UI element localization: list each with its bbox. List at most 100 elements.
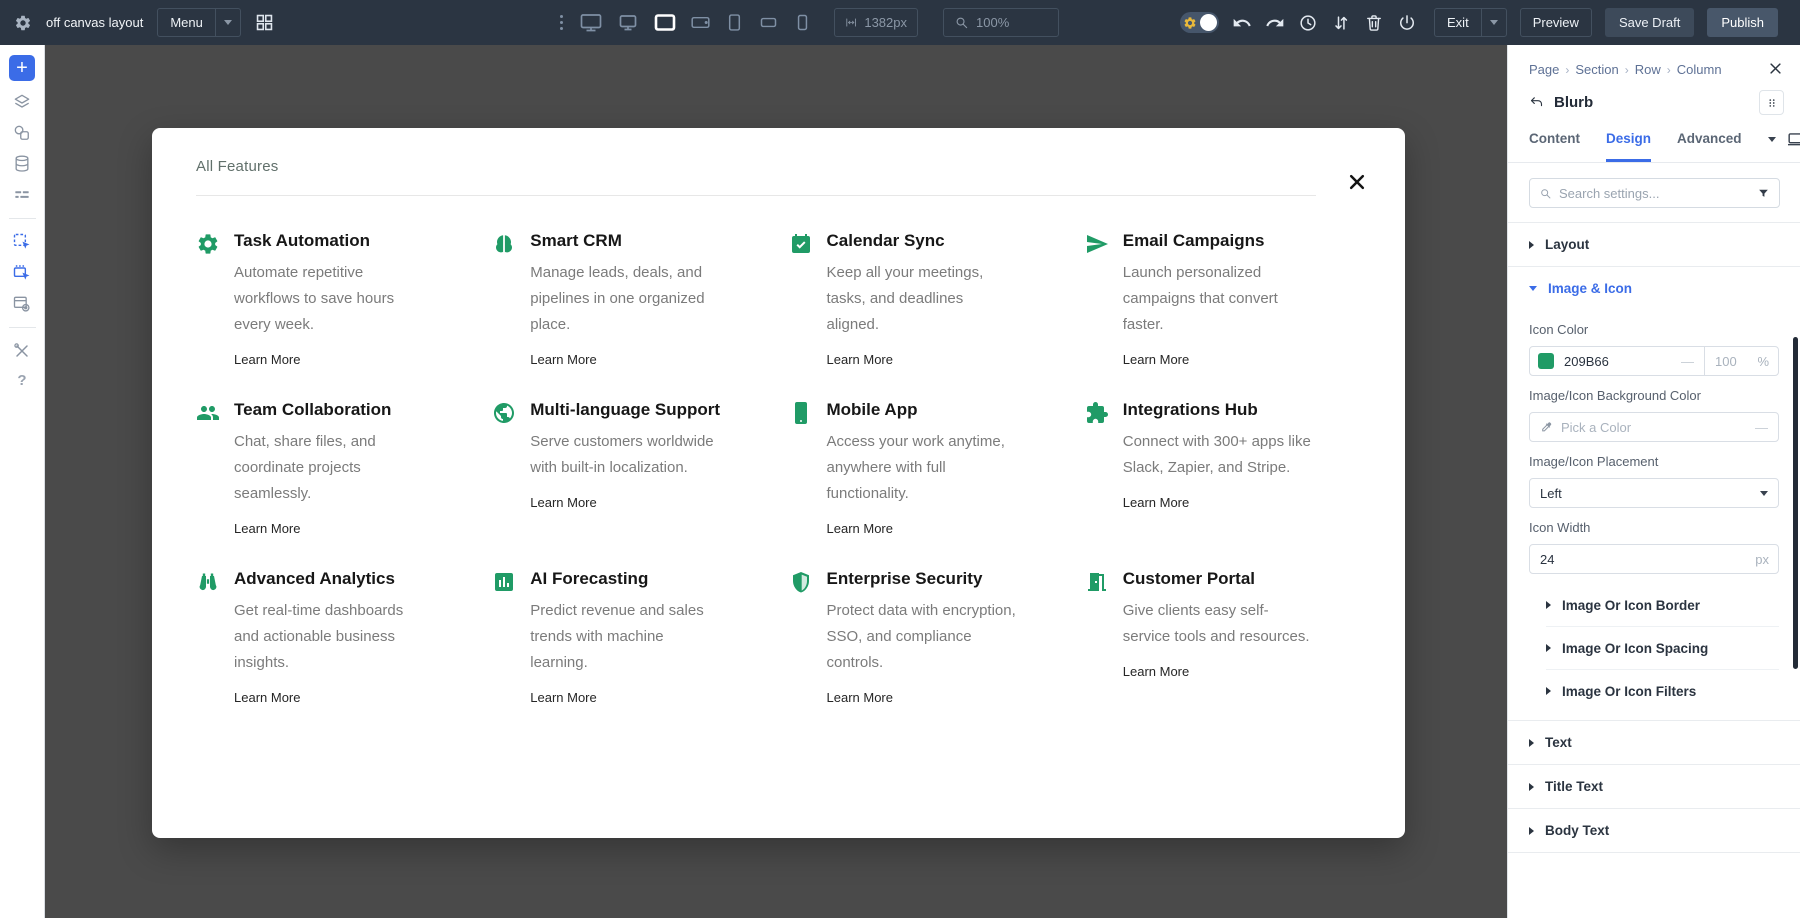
opacity-input[interactable]: 100 %	[1704, 347, 1778, 375]
responsive-device-icon[interactable]	[1786, 130, 1800, 149]
device-tablet-landscape-icon[interactable]	[690, 12, 711, 33]
learn-more-link[interactable]: Learn More	[234, 690, 300, 705]
drag-handle-icon[interactable]	[560, 15, 563, 30]
icon-color-input[interactable]: 209B66 — 100 %	[1529, 346, 1779, 376]
zoom-input[interactable]: 100%	[943, 8, 1059, 37]
zoom-value[interactable]: 100%	[976, 15, 1009, 30]
database-icon[interactable]	[12, 154, 32, 174]
learn-more-link[interactable]: Learn More	[1123, 664, 1189, 679]
bg-color-reset[interactable]: —	[1755, 420, 1768, 435]
filter-funnel-icon[interactable]	[1757, 187, 1770, 200]
viewport-width-value[interactable]: 1382px	[864, 15, 907, 30]
dock-settings-button[interactable]	[1759, 90, 1784, 115]
tab-advanced[interactable]: Advanced	[1677, 131, 1742, 162]
placement-select[interactable]: Left	[1529, 478, 1779, 508]
settings-search[interactable]	[1529, 178, 1780, 208]
device-tablet-portrait-icon[interactable]	[724, 12, 745, 33]
device-desktop-icon[interactable]	[616, 11, 640, 35]
bg-color-input[interactable]: Pick a Color —	[1529, 412, 1779, 442]
history-icon[interactable]	[1298, 13, 1318, 33]
learn-more-link[interactable]: Learn More	[234, 352, 300, 367]
learn-more-link[interactable]: Learn More	[827, 521, 893, 536]
eyedropper-icon[interactable]	[1539, 420, 1553, 434]
tab-content[interactable]: Content	[1529, 131, 1580, 162]
learn-more-link[interactable]: Learn More	[827, 690, 893, 705]
breadcrumb-row[interactable]: Row	[1635, 62, 1661, 77]
device-phone-landscape-icon[interactable]	[758, 12, 779, 33]
calendar-check-icon	[789, 232, 813, 256]
icon-color-value[interactable]: 209B66	[1564, 354, 1609, 369]
group-image-icon[interactable]: Image & Icon	[1508, 267, 1800, 310]
publish-button[interactable]: Publish	[1707, 8, 1778, 37]
learn-more-link[interactable]: Learn More	[530, 495, 596, 510]
learn-more-link[interactable]: Learn More	[530, 352, 596, 367]
group-body-text[interactable]: Body Text	[1508, 809, 1800, 852]
group-layout[interactable]: Layout	[1508, 223, 1800, 266]
add-module-button[interactable]: +	[9, 55, 35, 81]
wireframe-icon[interactable]	[12, 185, 32, 205]
preview-window-icon[interactable]	[12, 294, 32, 314]
grid-view-icon[interactable]	[255, 13, 274, 32]
trash-icon[interactable]	[1364, 13, 1384, 33]
modal-close-icon[interactable]	[1347, 172, 1367, 192]
learn-more-link[interactable]: Learn More	[234, 521, 300, 536]
feature-blurb: Multi-language Support Serve customers w…	[492, 400, 768, 538]
feature-description: Serve customers worldwide with built-in …	[530, 429, 722, 481]
exit-caret-icon[interactable]	[1481, 9, 1506, 36]
power-icon[interactable]	[1397, 13, 1417, 33]
feature-blurb: AI Forecasting Predict revenue and sales…	[492, 569, 768, 707]
breadcrumb-page[interactable]: Page	[1529, 62, 1559, 77]
icon-width-unit: px	[1755, 552, 1769, 567]
search-input[interactable]	[1559, 186, 1750, 201]
responsive-caret-icon[interactable]	[1768, 137, 1776, 142]
color-reset[interactable]: —	[1681, 354, 1694, 369]
exit-button[interactable]: Exit	[1434, 8, 1507, 37]
panel-close-icon[interactable]	[1768, 61, 1783, 76]
group-image-icon-border[interactable]: Image Or Icon Border	[1529, 584, 1779, 626]
learn-more-link[interactable]: Learn More	[530, 690, 596, 705]
viewport-width-input[interactable]: 1382px	[834, 8, 918, 37]
feature-description: Launch personalized campaigns that conve…	[1123, 260, 1315, 338]
feature-title: Advanced Analytics	[234, 569, 426, 589]
preview-button[interactable]: Preview	[1520, 8, 1592, 37]
learn-more-link[interactable]: Learn More	[1123, 495, 1189, 510]
shapes-icon[interactable]	[12, 123, 32, 143]
feature-description: Protect data with encryption, SSO, and c…	[827, 598, 1019, 676]
tools-icon[interactable]	[12, 341, 32, 361]
group-image-icon-spacing[interactable]: Image Or Icon Spacing	[1529, 627, 1779, 669]
tab-design[interactable]: Design	[1606, 131, 1651, 162]
breadcrumb-column[interactable]: Column	[1677, 62, 1722, 77]
toggle-knob[interactable]	[1200, 14, 1217, 31]
back-arrow-icon[interactable]	[1529, 95, 1544, 110]
menu-caret-icon[interactable]	[215, 9, 240, 36]
portability-arrows-icon[interactable]	[1331, 13, 1351, 33]
color-swatch[interactable]	[1538, 353, 1554, 369]
bg-color-label: Image/Icon Background Color	[1529, 388, 1779, 403]
group-title-text[interactable]: Title Text	[1508, 765, 1800, 808]
panel-scrollbar[interactable]	[1793, 337, 1798, 669]
bar-chart-icon	[492, 570, 516, 594]
device-desktop-xl-icon[interactable]	[579, 11, 603, 35]
undo-icon[interactable]	[1232, 13, 1252, 33]
icon-width-value[interactable]: 24	[1540, 552, 1554, 567]
breadcrumb-section[interactable]: Section	[1575, 62, 1618, 77]
builder-mode-toggle[interactable]	[1180, 12, 1219, 33]
learn-more-link[interactable]: Learn More	[1123, 352, 1189, 367]
insert-module-icon[interactable]	[12, 232, 32, 252]
device-laptop-icon[interactable]	[653, 11, 677, 35]
icon-width-input[interactable]: 24 px	[1529, 544, 1779, 574]
layers-icon[interactable]	[12, 92, 32, 112]
save-draft-button[interactable]: Save Draft	[1605, 8, 1694, 37]
settings-tabs: Content Design Advanced	[1508, 115, 1800, 163]
group-text[interactable]: Text	[1508, 721, 1800, 764]
menu-dropdown[interactable]: Menu	[157, 8, 241, 37]
device-phone-portrait-icon[interactable]	[792, 12, 813, 33]
feature-description: Keep all your meetings, tasks, and deadl…	[827, 260, 1019, 338]
learn-more-link[interactable]: Learn More	[827, 352, 893, 367]
group-image-icon-filters[interactable]: Image Or Icon Filters	[1529, 670, 1779, 712]
redo-icon[interactable]	[1265, 13, 1285, 33]
help-icon[interactable]: ?	[17, 372, 26, 389]
settings-gear-icon[interactable]	[14, 14, 32, 32]
width-arrows-icon	[845, 15, 857, 30]
insert-row-icon[interactable]	[12, 263, 32, 283]
